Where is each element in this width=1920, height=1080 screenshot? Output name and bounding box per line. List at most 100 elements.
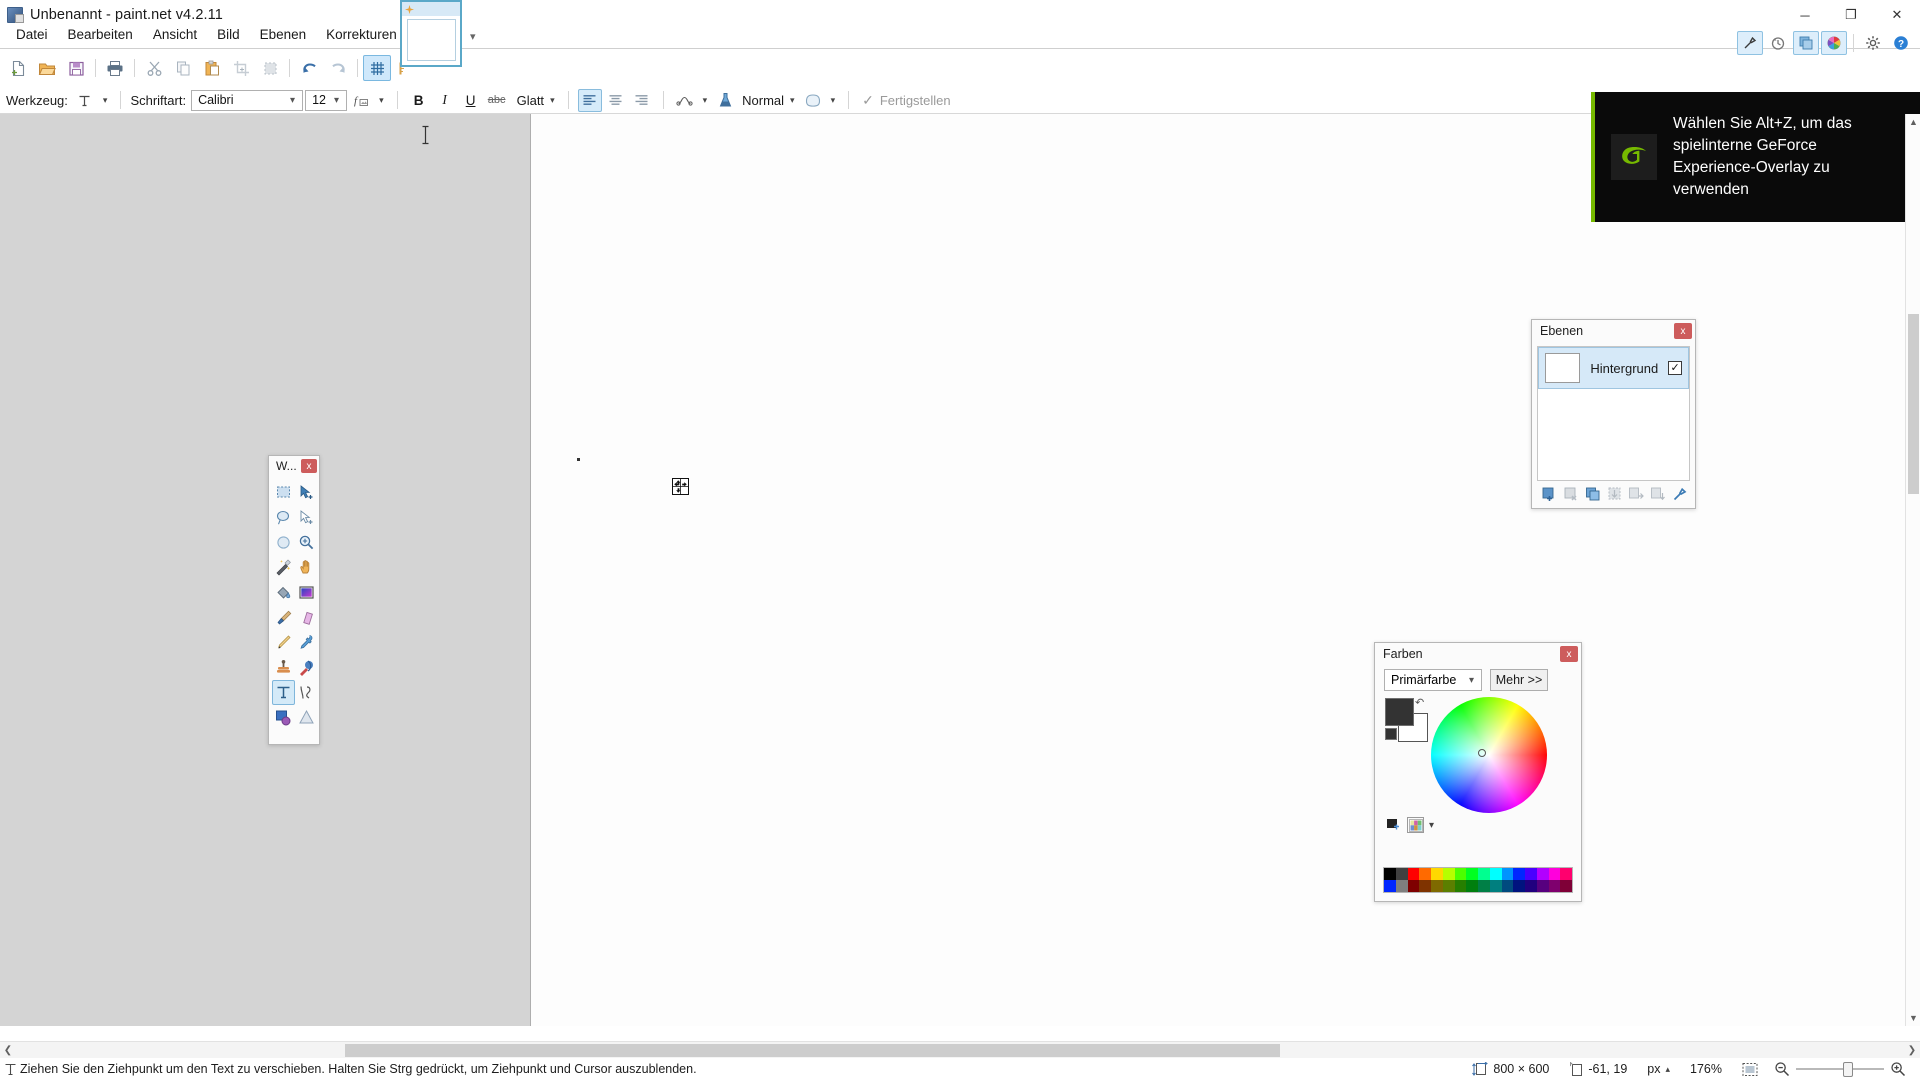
colors-window-icon[interactable] (1821, 31, 1847, 55)
palette-swatch[interactable] (1454, 868, 1467, 880)
align-center-icon[interactable] (604, 89, 628, 112)
palette-swatch[interactable] (1384, 880, 1396, 892)
menu-bild[interactable]: Bild (207, 24, 250, 45)
layers-window-icon[interactable] (1793, 31, 1819, 55)
palette-swatch[interactable] (1548, 880, 1561, 892)
menu-korrekturen[interactable]: Korrekturen (316, 24, 407, 45)
tool-rectangle-select[interactable] (272, 480, 295, 505)
layer-visibility-checkbox[interactable]: ✓ (1668, 361, 1682, 375)
tool-shapes[interactable] (272, 705, 295, 730)
tool-move-selected[interactable] (295, 480, 318, 505)
text-move-handle[interactable] (672, 478, 689, 495)
zoom-slider-knob[interactable] (1843, 1062, 1853, 1077)
tool-paintbrush[interactable] (272, 605, 295, 630)
tools-window-icon[interactable] (1737, 31, 1763, 55)
tool-pencil[interactable] (272, 630, 295, 655)
unit-selector[interactable]: px ▴ (1637, 1062, 1680, 1076)
document-thumbnail-unbenannt[interactable] (407, 19, 456, 61)
help-icon[interactable]: ? (1888, 31, 1914, 55)
tool-recolor[interactable] (295, 655, 318, 680)
tool-magic-wand[interactable] (272, 555, 295, 580)
palette-swatch[interactable] (1407, 880, 1420, 892)
palette-swatch[interactable] (1525, 868, 1537, 880)
crop-icon[interactable] (227, 55, 255, 81)
selection-mode-icon[interactable] (801, 89, 825, 112)
strikethrough-button[interactable]: abc (485, 89, 509, 112)
palette-icon[interactable] (1407, 817, 1424, 833)
bold-button[interactable]: B (407, 89, 431, 112)
add-layer-icon[interactable] (1539, 484, 1559, 504)
vertical-scrollbar[interactable]: ▲ ▼ (1905, 114, 1920, 1026)
more-colors-button[interactable]: Mehr >> (1490, 669, 1548, 691)
palette-swatch[interactable] (1431, 880, 1443, 892)
tools-window-close-button[interactable]: x (301, 459, 317, 473)
underline-button[interactable]: U (459, 89, 483, 112)
color-palette[interactable] (1383, 867, 1573, 893)
add-to-palette-icon[interactable] (1385, 817, 1402, 833)
zoom-out-button[interactable] (1768, 1061, 1796, 1077)
text-tool-icon[interactable] (73, 89, 97, 112)
palette-swatch[interactable] (1478, 880, 1490, 892)
scroll-left-arrow-icon[interactable]: ❮ (0, 1042, 16, 1059)
tool-dropdown-caret-icon[interactable]: ▾ (99, 95, 112, 106)
tool-color-picker[interactable] (295, 630, 318, 655)
antialiasing-icon[interactable] (673, 89, 697, 112)
blend-mode-icon[interactable] (713, 89, 737, 112)
tool-pan[interactable] (295, 555, 318, 580)
smoothing-caret-icon[interactable]: ▾ (546, 95, 559, 106)
tool-shapes-extra[interactable] (295, 705, 318, 730)
document-tab[interactable] (400, 0, 462, 67)
palette-swatch[interactable] (1560, 880, 1572, 892)
selection-mode-caret-icon[interactable]: ▾ (827, 95, 840, 106)
palette-swatch[interactable] (1384, 868, 1396, 880)
palette-swatch[interactable] (1431, 868, 1443, 880)
print-icon[interactable] (101, 55, 129, 81)
duplicate-layer-icon[interactable] (1583, 484, 1603, 504)
tool-lasso-select[interactable] (272, 505, 295, 530)
palette-swatch[interactable] (1536, 868, 1549, 880)
merge-layer-down-icon[interactable] (1605, 484, 1625, 504)
font-effects-icon[interactable]: f (349, 89, 373, 112)
blend-mode-caret-icon[interactable]: ▾ (786, 95, 799, 106)
tool-eraser[interactable] (295, 605, 318, 630)
palette-swatch[interactable] (1560, 868, 1572, 880)
tool-text[interactable] (272, 680, 295, 705)
settings-gear-icon[interactable] (1860, 31, 1886, 55)
grid-icon[interactable] (363, 55, 391, 81)
palette-swatch[interactable] (1525, 880, 1537, 892)
reset-colors-icon[interactable] (1385, 728, 1397, 740)
delete-layer-icon[interactable] (1561, 484, 1581, 504)
redo-icon[interactable] (324, 55, 352, 81)
finish-button[interactable]: Fertigstellen (880, 93, 951, 108)
color-wheel[interactable] (1431, 697, 1547, 813)
layers-window[interactable]: Ebenen x Hintergrund ✓ (1531, 319, 1696, 509)
palette-swatch[interactable] (1419, 880, 1431, 892)
palette-swatch[interactable] (1442, 880, 1455, 892)
save-icon[interactable] (62, 55, 90, 81)
palette-swatch[interactable] (1501, 880, 1514, 892)
cut-icon[interactable] (140, 55, 168, 81)
align-left-icon[interactable] (577, 88, 602, 112)
layer-row[interactable]: Hintergrund ✓ (1538, 347, 1689, 389)
tool-ellipse-select[interactable] (272, 530, 295, 555)
undo-icon[interactable] (295, 55, 323, 81)
palette-dropdown-caret-icon[interactable]: ▾ (1429, 820, 1434, 831)
font-effects-caret-icon[interactable]: ▾ (375, 95, 388, 106)
palette-swatch[interactable] (1501, 868, 1514, 880)
tools-window[interactable]: W... x (268, 455, 320, 745)
palette-swatch[interactable] (1407, 868, 1420, 880)
palette-swatch[interactable] (1513, 868, 1525, 880)
tool-line-curve[interactable] (295, 680, 318, 705)
italic-button[interactable]: I (433, 89, 457, 112)
image-canvas[interactable] (530, 114, 1920, 1026)
layer-properties-icon[interactable] (1670, 484, 1690, 504)
menu-bearbeiten[interactable]: Bearbeiten (58, 24, 143, 45)
palette-swatch[interactable] (1478, 868, 1490, 880)
tool-clone-stamp[interactable] (272, 655, 295, 680)
horizontal-scroll-thumb[interactable] (345, 1044, 1280, 1057)
palette-swatch[interactable] (1395, 880, 1408, 892)
primary-color-swatch[interactable] (1385, 698, 1414, 726)
horizontal-scrollbar[interactable]: ❮ ❯ (0, 1041, 1920, 1058)
palette-swatch[interactable] (1489, 880, 1502, 892)
color-target-select[interactable]: Primärfarbe ▾ (1384, 669, 1482, 691)
